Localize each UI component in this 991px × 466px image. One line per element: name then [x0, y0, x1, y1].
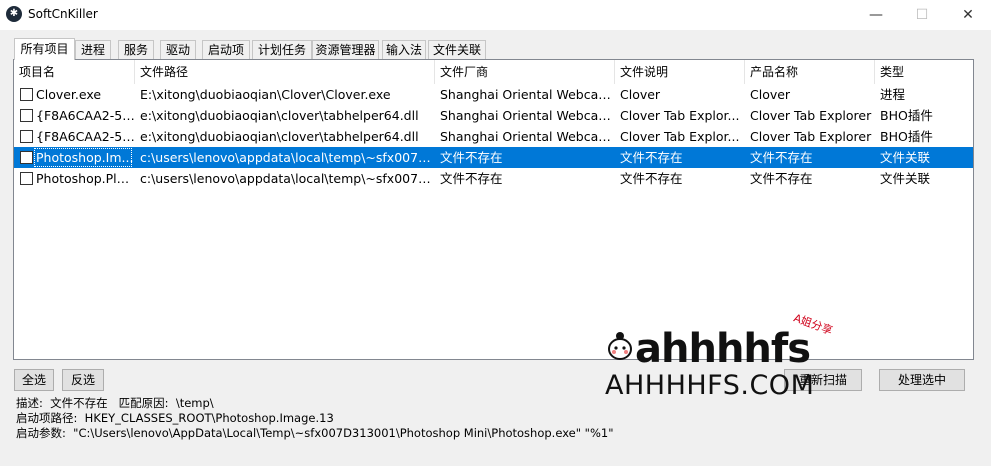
cell-item-name: {F8A6CAA2-53... [36, 108, 135, 123]
detail-startup-args: 启动参数: "C:\Users\lenovo\AppData\Local\Tem… [16, 426, 614, 440]
detail-description: 描述: 文件不存在 匹配原因: \temp\ [16, 396, 214, 410]
cell-file-path: E:\xitong\duobiaoqian\Clover\Clover.exe [140, 87, 391, 102]
mascot-icon [608, 332, 632, 360]
tab-input-method[interactable]: 输入法 [382, 40, 426, 59]
table-row[interactable]: Clover.exe E:\xitong\duobiaoqian\Clover\… [14, 84, 973, 105]
column-header-product-name[interactable]: 产品名称 [745, 60, 875, 84]
detail-startup-path: 启动项路径: HKEY_CLASSES_ROOT\Photoshop.Image… [16, 411, 334, 425]
cell-product-name: 文件不存在 [750, 171, 813, 186]
tab-services[interactable]: 服务 [118, 40, 154, 59]
cell-description: Clover [620, 87, 661, 102]
cell-type: 进程 [880, 87, 906, 102]
window-title: SoftCnKiller [28, 7, 98, 21]
title-bar: ✱ SoftCnKiller — ☐ ✕ [0, 0, 991, 30]
cell-file-path: c:\users\lenovo\appdata\local\temp\~sfx0… [140, 150, 435, 165]
cell-description: 文件不存在 [620, 171, 683, 186]
close-button[interactable]: ✕ [945, 0, 991, 30]
cell-vendor: Shanghai Oriental Webcast... [440, 129, 615, 144]
cell-product-name: 文件不存在 [750, 150, 813, 165]
tab-process[interactable]: 进程 [75, 40, 111, 59]
cell-vendor: 文件不存在 [440, 150, 503, 165]
table-row[interactable]: {F8A6CAA2-53... e:\xitong\duobiaoqian\cl… [14, 105, 973, 126]
cell-file-path: e:\xitong\duobiaoqian\clover\tabhelper64… [140, 129, 419, 144]
cell-type: BHO插件 [880, 108, 933, 123]
column-header-file-path[interactable]: 文件路径 [135, 60, 435, 84]
column-header-description[interactable]: 文件说明 [615, 60, 745, 84]
tab-startup[interactable]: 启动项 [202, 40, 250, 59]
tab-drivers[interactable]: 驱动 [160, 40, 196, 59]
cell-vendor: 文件不存在 [440, 171, 503, 186]
cell-vendor: Shanghai Oriental Webcast... [440, 108, 615, 123]
process-selected-button[interactable]: 处理选中 [879, 369, 965, 391]
select-all-button[interactable]: 全选 [14, 369, 54, 391]
tab-explorer[interactable]: 资源管理器 [312, 40, 379, 59]
cell-file-path: e:\xitong\duobiaoqian\clover\tabhelper64… [140, 108, 419, 123]
cell-type: BHO插件 [880, 129, 933, 144]
watermark-main-text: ahhhhfs [635, 326, 811, 372]
cell-product-name: Clover [750, 87, 791, 102]
cell-file-path: c:\users\lenovo\appdata\local\temp\~sfx0… [140, 171, 435, 186]
cell-type: 文件关联 [880, 171, 931, 186]
maximize-button[interactable]: ☐ [899, 0, 945, 30]
cell-item-name: {F8A6CAA2-53... [36, 129, 135, 144]
table-row-selected[interactable]: Photoshop.Im... c:\users\lenovo\appdata\… [14, 147, 973, 168]
app-icon: ✱ [6, 6, 22, 22]
cell-product-name: Clover Tab Explorer [750, 108, 872, 123]
items-table[interactable]: 项目名 文件路径 文件厂商 文件说明 产品名称 类型 Clover.exe E:… [13, 59, 974, 360]
cell-description: 文件不存在 [620, 150, 683, 165]
cell-product-name: Clover Tab Explorer [750, 129, 872, 144]
minimize-button[interactable]: — [853, 0, 899, 30]
cell-description: Clover Tab Explor... [620, 108, 740, 123]
tab-scheduled-tasks[interactable]: 计划任务 [252, 40, 312, 59]
table-row[interactable]: Photoshop.Plu... c:\users\lenovo\appdata… [14, 168, 973, 189]
column-header-type[interactable]: 类型 [875, 60, 973, 84]
column-header-item-name[interactable]: 项目名 [14, 60, 135, 84]
column-header-vendor[interactable]: 文件厂商 [435, 60, 615, 84]
cell-vendor: Shanghai Oriental Webcast... [440, 87, 615, 102]
table-header: 项目名 文件路径 文件厂商 文件说明 产品名称 类型 [14, 60, 973, 84]
cell-item-name: Photoshop.Plu... [36, 171, 135, 186]
cell-description: Clover Tab Explor... [620, 129, 740, 144]
watermark-sub-text: AHHHHFS.COM [605, 370, 815, 401]
table-row[interactable]: {F8A6CAA2-53... e:\xitong\duobiaoqian\cl… [14, 126, 973, 147]
cell-item-name: Photoshop.Im... [36, 150, 134, 165]
cell-item-name: Clover.exe [36, 87, 102, 102]
cell-type: 文件关联 [880, 150, 931, 165]
tab-all-items[interactable]: 所有项目 [14, 38, 75, 60]
invert-selection-button[interactable]: 反选 [62, 369, 104, 391]
tab-file-association[interactable]: 文件关联 [428, 40, 486, 59]
